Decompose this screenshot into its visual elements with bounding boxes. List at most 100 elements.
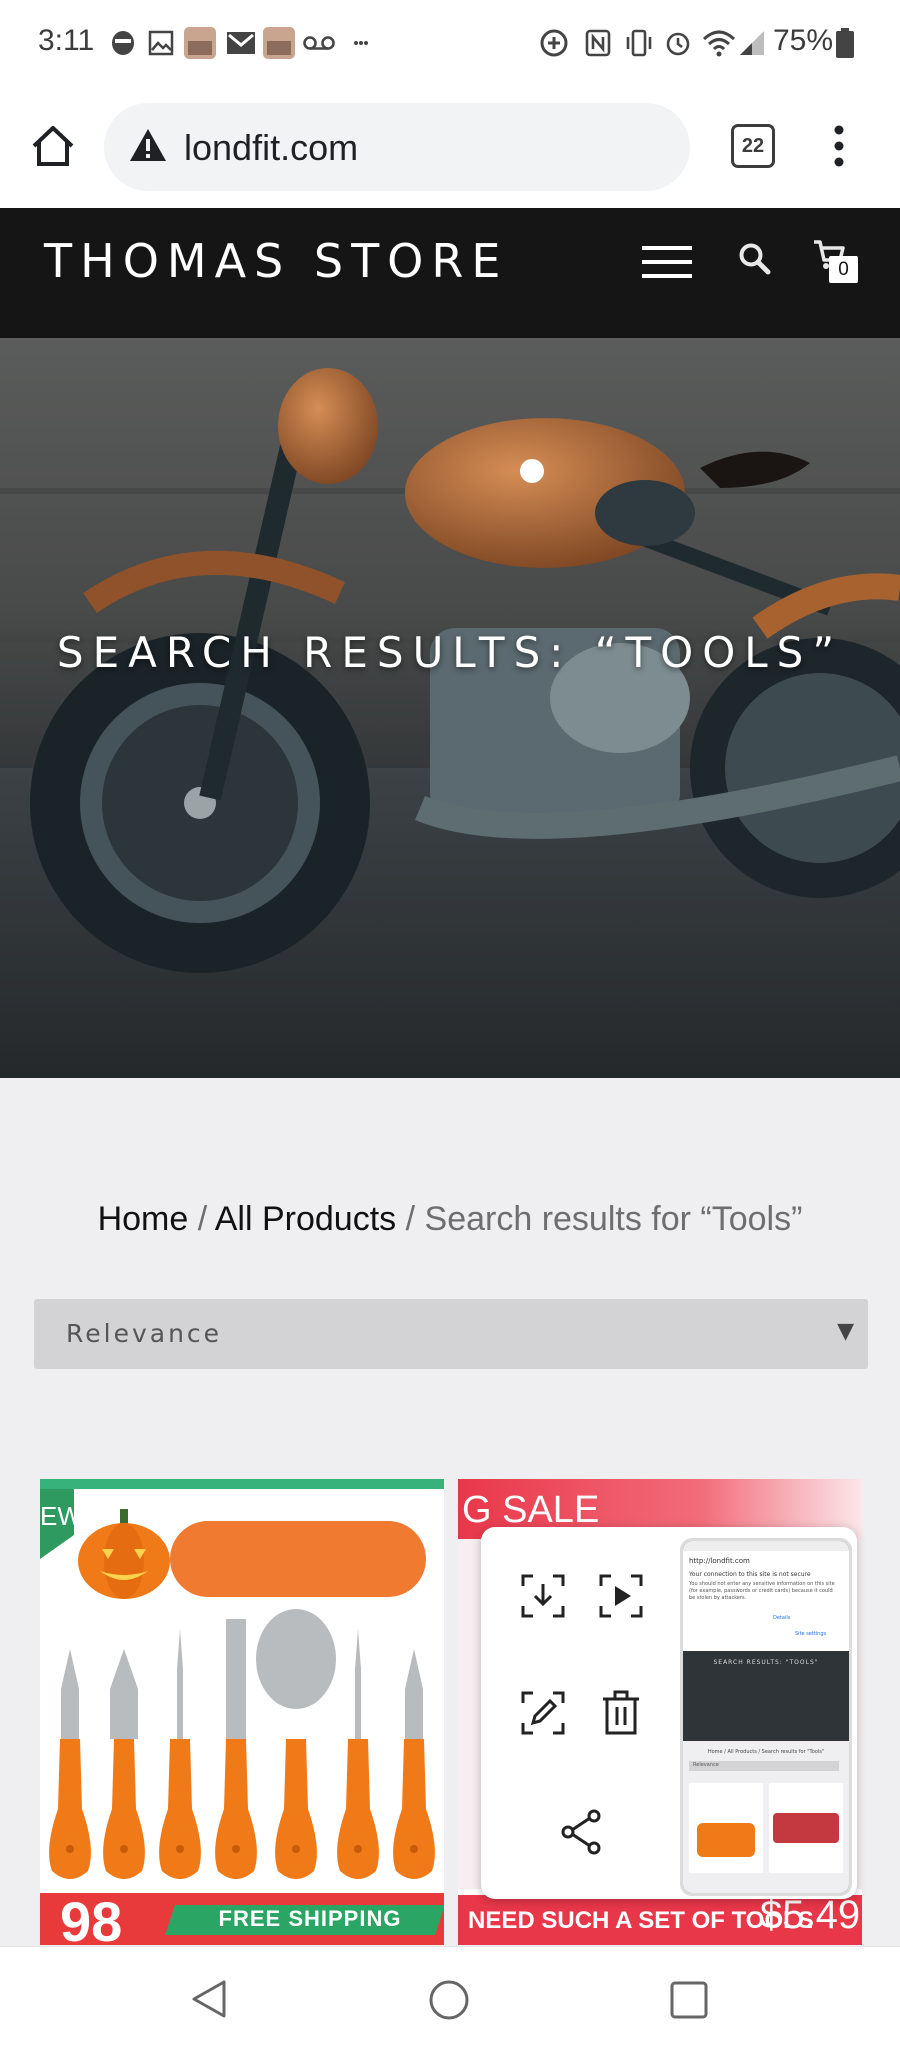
back-icon[interactable] [190, 1979, 228, 2023]
hero-banner [0, 338, 900, 1078]
url-text[interactable]: londfit.com [184, 127, 358, 169]
more-dots-icon [353, 28, 369, 58]
tool-case-image [170, 1521, 426, 1597]
tool-handle [49, 1739, 91, 1879]
download-icon[interactable] [514, 1567, 572, 1625]
cart-count-badge[interactable]: 0 [829, 256, 858, 283]
thumb-card-image [697, 1823, 755, 1857]
hamburger-menu-icon[interactable] [642, 246, 692, 282]
tool-handle [215, 1739, 257, 1879]
free-shipping-label: FREE SHIPPING [218, 1906, 402, 1931]
sort-select[interactable]: Relevance ▼ [34, 1299, 868, 1369]
thumb-sort: Relevance [689, 1761, 839, 1771]
signal-icon [736, 28, 766, 58]
carving-tools-image [49, 1609, 435, 1879]
thumb-url: http://londfit.com [689, 1557, 750, 1565]
tool-head [177, 1629, 183, 1739]
tool-handle [159, 1739, 201, 1879]
status-bar: 3:11 75% [0, 0, 900, 88]
battery-icon [836, 28, 854, 58]
carving-tool [393, 1649, 435, 1879]
product-badge: G SALE [462, 1489, 600, 1531]
breadcrumb-separator: / [197, 1200, 208, 1238]
tool-rivet [354, 1845, 362, 1853]
clock: 3:11 [38, 24, 95, 57]
thumb-breadcrumb: Home / All Products / Search results for… [707, 1749, 825, 1755]
photo-thumb-icon [184, 27, 216, 59]
hero-title: SEARCH RESULTS: “TOOLS” [56, 628, 844, 677]
tool-head [355, 1629, 361, 1739]
scroll-capture-icon[interactable] [592, 1567, 650, 1625]
carving-tool [215, 1619, 257, 1879]
photo-thumb-icon [263, 27, 295, 59]
sort-selected-value[interactable]: Relevance [66, 1319, 222, 1348]
gmail-icon [226, 28, 256, 58]
tool-rivet [176, 1845, 184, 1853]
thumb-content: Home / All Products / Search results for… [683, 1741, 849, 1893]
breadcrumb-home-link[interactable]: Home [98, 1200, 189, 1238]
screenshot-thumbnail[interactable]: http://londfit.com Your connection to th… [680, 1538, 852, 1896]
product-card[interactable]: EW 98 FREE SHIPPING [40, 1479, 444, 1945]
thumb-warning-title: Your connection to this site is not secu… [689, 1571, 811, 1578]
tool-rivet [120, 1845, 128, 1853]
tool-rivet [410, 1845, 418, 1853]
tab-switcher-button[interactable]: 22 [731, 124, 775, 168]
thumb-hero: SEARCH RESULTS: "TOOLS" [683, 1651, 849, 1741]
face-icon [110, 28, 136, 58]
site-title[interactable]: THOMAS STORE [44, 234, 508, 288]
breadcrumb: Home / All Products / Search results for… [0, 1200, 900, 1239]
data-saver-icon [539, 28, 569, 58]
home-icon[interactable] [30, 124, 76, 172]
price-fragment: 98 [60, 1890, 123, 1945]
wifi-icon [702, 28, 736, 58]
tool-head [405, 1649, 423, 1739]
dropdown-arrow-icon[interactable]: ▼ [837, 1319, 854, 1344]
address-bar[interactable]: londfit.com [104, 103, 690, 191]
tool-head [256, 1609, 336, 1709]
tool-rivet [292, 1845, 300, 1853]
thumb-statusbar [683, 1541, 849, 1551]
thumb-hero-title: SEARCH RESULTS: "TOOLS" [713, 1659, 819, 1666]
breadcrumb-separator: / [405, 1200, 416, 1238]
pumpkin-image [78, 1509, 170, 1599]
delete-icon[interactable] [592, 1684, 650, 1742]
recents-icon[interactable] [669, 1980, 709, 2024]
alarm-icon [664, 28, 692, 58]
motorcycle-image [0, 338, 900, 1078]
price-fragment: $5.49 [760, 1893, 861, 1937]
tool-rivet [232, 1845, 240, 1853]
breadcrumb-all-products-link[interactable]: All Products [215, 1200, 396, 1238]
carving-tool [103, 1649, 145, 1879]
battery-percent: 75% [773, 24, 834, 57]
tool-handle [103, 1739, 145, 1879]
thumb-site-settings: Site settings [795, 1631, 827, 1637]
carving-tool [49, 1649, 91, 1879]
warning-triangle-icon[interactable] [128, 127, 168, 167]
share-icon[interactable] [553, 1803, 611, 1861]
carving-tool [159, 1629, 201, 1879]
tool-handle [275, 1739, 317, 1879]
edit-icon[interactable] [514, 1684, 572, 1742]
thumb-card [689, 1783, 763, 1873]
tool-handle [337, 1739, 379, 1879]
search-icon[interactable] [738, 242, 772, 280]
tool-head [110, 1649, 138, 1739]
tool-head [61, 1649, 79, 1739]
system-nav-bar [0, 1946, 900, 2051]
more-menu-icon[interactable] [833, 124, 845, 172]
card-top-stripe [40, 1479, 444, 1489]
tool-head [226, 1619, 246, 1739]
thumb-card-image [773, 1813, 839, 1843]
tool-handle [393, 1739, 435, 1879]
breadcrumb-current: Search results for “Tools” [424, 1200, 803, 1238]
thumb-warning-panel: http://londfit.com Your connection to th… [683, 1551, 849, 1651]
carving-tool [337, 1629, 379, 1879]
thumb-warning-body: You should not enter any sensitive infor… [689, 1581, 835, 1601]
nfc-icon [585, 28, 611, 58]
carving-tool [256, 1609, 336, 1879]
home-button-icon[interactable] [428, 1979, 470, 2025]
thumb-sort-value: Relevance [693, 1762, 719, 1768]
thumb-card [769, 1783, 843, 1873]
image-icon [148, 28, 174, 58]
tool-rivet [66, 1845, 74, 1853]
